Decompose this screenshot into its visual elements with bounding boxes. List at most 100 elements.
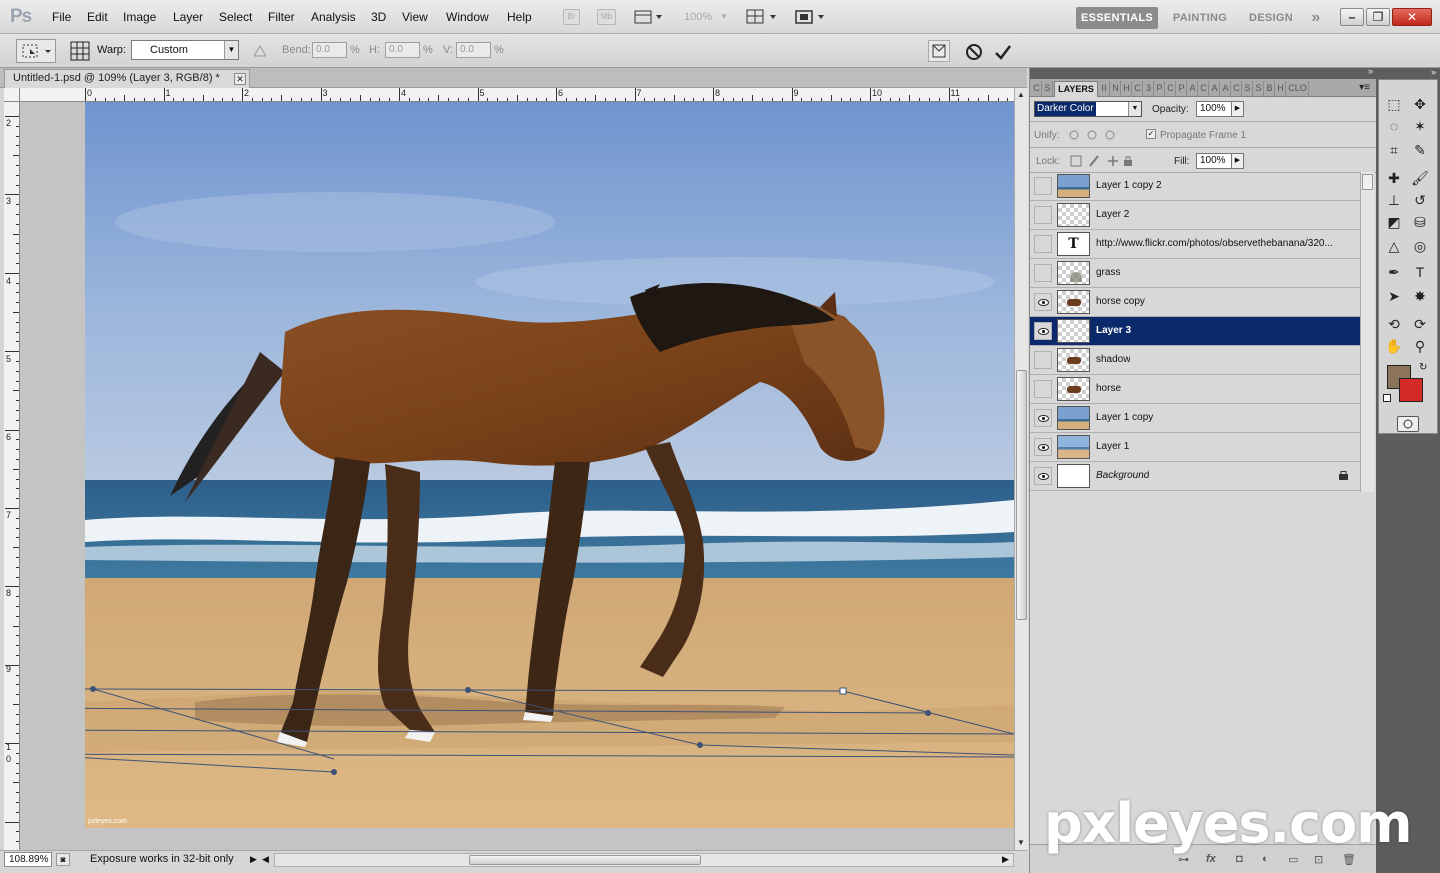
vertical-ruler[interactable]: 2345678910 bbox=[4, 102, 20, 850]
visibility-toggle[interactable] bbox=[1034, 380, 1052, 398]
warp-mesh-overlay[interactable] bbox=[85, 102, 1014, 828]
layer-row[interactable]: Background bbox=[1030, 462, 1360, 491]
zoom-dropdown-icon[interactable]: ▼ bbox=[720, 12, 728, 21]
warp-grid-icon[interactable] bbox=[70, 41, 90, 61]
horizontal-scroll-thumb[interactable] bbox=[469, 855, 701, 865]
blend-mode-select[interactable]: Darker Color ▼ bbox=[1034, 101, 1142, 117]
more-workspaces-icon[interactable]: » bbox=[1304, 7, 1328, 29]
crop-tool-icon[interactable]: ⌗ bbox=[1383, 140, 1405, 160]
panel-tab[interactable]: C bbox=[1232, 81, 1242, 97]
path-selection-icon[interactable]: ➤ bbox=[1383, 286, 1405, 306]
view-extras-icon[interactable] bbox=[634, 9, 664, 25]
workspace-painting[interactable]: PAINTING bbox=[1166, 7, 1234, 29]
menu-layer[interactable]: Layer bbox=[173, 10, 203, 24]
layer-row[interactable]: horse bbox=[1030, 375, 1360, 404]
panel-tab[interactable]: P bbox=[1155, 81, 1165, 97]
default-colors-icon[interactable] bbox=[1383, 394, 1391, 402]
menu-analysis[interactable]: Analysis bbox=[311, 10, 356, 24]
opacity-slider-icon[interactable]: ▶ bbox=[1231, 101, 1244, 117]
layer-row[interactable]: Layer 2 bbox=[1030, 201, 1360, 230]
layer-row[interactable]: Layer 1 copy 2 bbox=[1030, 172, 1360, 201]
visibility-toggle[interactable] bbox=[1034, 206, 1052, 224]
document-canvas[interactable] bbox=[85, 102, 1014, 828]
dodge-tool-icon[interactable]: ◎ bbox=[1409, 236, 1431, 256]
visibility-toggle[interactable] bbox=[1034, 351, 1052, 369]
canvas-vertical-scrollbar[interactable]: ▲ ▼ bbox=[1014, 88, 1028, 850]
layers-scrollbar[interactable] bbox=[1360, 172, 1374, 492]
paint-bucket-icon[interactable]: ⛁ bbox=[1409, 212, 1431, 232]
menu-image[interactable]: Image bbox=[123, 10, 156, 24]
cancel-transform-icon[interactable] bbox=[964, 42, 984, 62]
bridge-button[interactable]: Br bbox=[563, 9, 580, 25]
layer-row[interactable]: shadow bbox=[1030, 346, 1360, 375]
zoom-level[interactable]: 100% bbox=[684, 11, 712, 23]
panel-tab[interactable]: H bbox=[1276, 81, 1286, 97]
zoom-tool-icon[interactable]: ⚲ bbox=[1409, 336, 1431, 356]
fill-field[interactable]: 100% bbox=[1196, 153, 1232, 169]
workspace-design[interactable]: DESIGN bbox=[1240, 7, 1302, 29]
horizontal-distortion-field[interactable]: 0.0 bbox=[385, 42, 420, 58]
scroll-down-icon[interactable]: ▼ bbox=[1017, 838, 1025, 847]
ruler-origin[interactable] bbox=[4, 88, 20, 102]
collapse-tools-icon[interactable]: » bbox=[1431, 67, 1436, 77]
layer-row[interactable]: Layer 3 bbox=[1030, 317, 1360, 346]
layer-row[interactable]: grass bbox=[1030, 259, 1360, 288]
menu-help[interactable]: Help bbox=[507, 10, 532, 24]
swap-colors-icon[interactable]: ↻ bbox=[1419, 362, 1427, 373]
vertical-scroll-thumb[interactable] bbox=[1016, 370, 1027, 620]
lasso-tool-icon[interactable]: ◌ bbox=[1383, 116, 1405, 136]
clone-stamp-icon[interactable]: ⊥ bbox=[1383, 190, 1405, 210]
status-info-icon[interactable]: ◙ bbox=[56, 853, 70, 866]
hand-tool-icon[interactable]: ✋ bbox=[1383, 336, 1405, 356]
eraser-tool-icon[interactable]: ◩ bbox=[1383, 212, 1405, 232]
canvas-area[interactable] bbox=[20, 102, 1014, 850]
panel-tab[interactable]: II bbox=[1099, 81, 1110, 97]
panel-tab[interactable]: C bbox=[1166, 81, 1176, 97]
propagate-checkbox[interactable]: ✓ bbox=[1146, 129, 1156, 139]
bend-field[interactable]: 0.0 bbox=[312, 42, 347, 58]
tool-preset-picker[interactable] bbox=[16, 39, 56, 63]
shape-tool-icon[interactable]: ✸ bbox=[1409, 286, 1431, 306]
panel-tab[interactable]: P bbox=[1177, 81, 1187, 97]
panel-tab[interactable]: N bbox=[1111, 81, 1121, 97]
panel-tab[interactable]: A bbox=[1221, 81, 1231, 97]
visibility-toggle[interactable] bbox=[1034, 293, 1052, 311]
move-tool-icon[interactable]: ✥ bbox=[1409, 94, 1431, 114]
panel-tab[interactable]: A bbox=[1210, 81, 1220, 97]
layer-row[interactable]: Thttp://www.flickr.com/photos/observethe… bbox=[1030, 230, 1360, 259]
layer-row[interactable]: horse copy bbox=[1030, 288, 1360, 317]
scroll-up-icon[interactable]: ▲ bbox=[1017, 90, 1025, 99]
3d-orbit-icon[interactable]: ⟳ bbox=[1409, 314, 1431, 334]
menu-file[interactable]: File bbox=[52, 10, 71, 24]
pen-tool-icon[interactable]: ✒ bbox=[1383, 262, 1405, 282]
marquee-tool-icon[interactable]: ⬚ bbox=[1383, 94, 1405, 114]
brush-tool-icon[interactable]: 🖌 bbox=[1409, 168, 1431, 188]
visibility-toggle[interactable] bbox=[1034, 235, 1052, 253]
panel-tab[interactable]: S bbox=[1043, 81, 1053, 97]
panel-tab[interactable]: C bbox=[1032, 81, 1042, 97]
zoom-field[interactable]: 108.89% bbox=[4, 852, 52, 867]
panel-tab[interactable]: S bbox=[1254, 81, 1264, 97]
background-color-swatch[interactable] bbox=[1399, 378, 1423, 402]
3d-rotate-icon[interactable]: ⟲ bbox=[1383, 314, 1405, 334]
close-window-button[interactable]: ✕ bbox=[1392, 8, 1432, 26]
panel-tab[interactable]: A bbox=[1188, 81, 1198, 97]
close-icon[interactable]: ✕ bbox=[234, 73, 246, 85]
quick-mask-icon[interactable] bbox=[1397, 416, 1419, 432]
visibility-toggle[interactable] bbox=[1034, 264, 1052, 282]
healing-brush-icon[interactable]: ✚ bbox=[1383, 168, 1405, 188]
tab-layers[interactable]: LAYERS bbox=[1054, 81, 1098, 97]
mini-bridge-button[interactable]: Mb bbox=[597, 9, 616, 25]
vertical-distortion-field[interactable]: 0.0 bbox=[456, 42, 491, 58]
canvas-horizontal-scrollbar[interactable] bbox=[274, 853, 1014, 867]
visibility-toggle[interactable] bbox=[1034, 438, 1052, 456]
fill-slider-icon[interactable]: ▶ bbox=[1231, 153, 1244, 169]
menu-edit[interactable]: Edit bbox=[87, 10, 108, 24]
scroll-left-icon[interactable]: ◀ bbox=[262, 854, 269, 865]
status-menu-icon[interactable]: ▶ bbox=[250, 854, 257, 865]
eyedropper-icon[interactable]: ✎ bbox=[1409, 140, 1431, 160]
switch-transform-mode-icon[interactable] bbox=[928, 40, 950, 62]
horizontal-ruler[interactable]: 0 1 2 3 4 5 6 7 8 9 10 11 bbox=[20, 88, 1014, 102]
opacity-field[interactable]: 100% bbox=[1196, 101, 1232, 117]
panel-tab[interactable]: S bbox=[1243, 81, 1253, 97]
